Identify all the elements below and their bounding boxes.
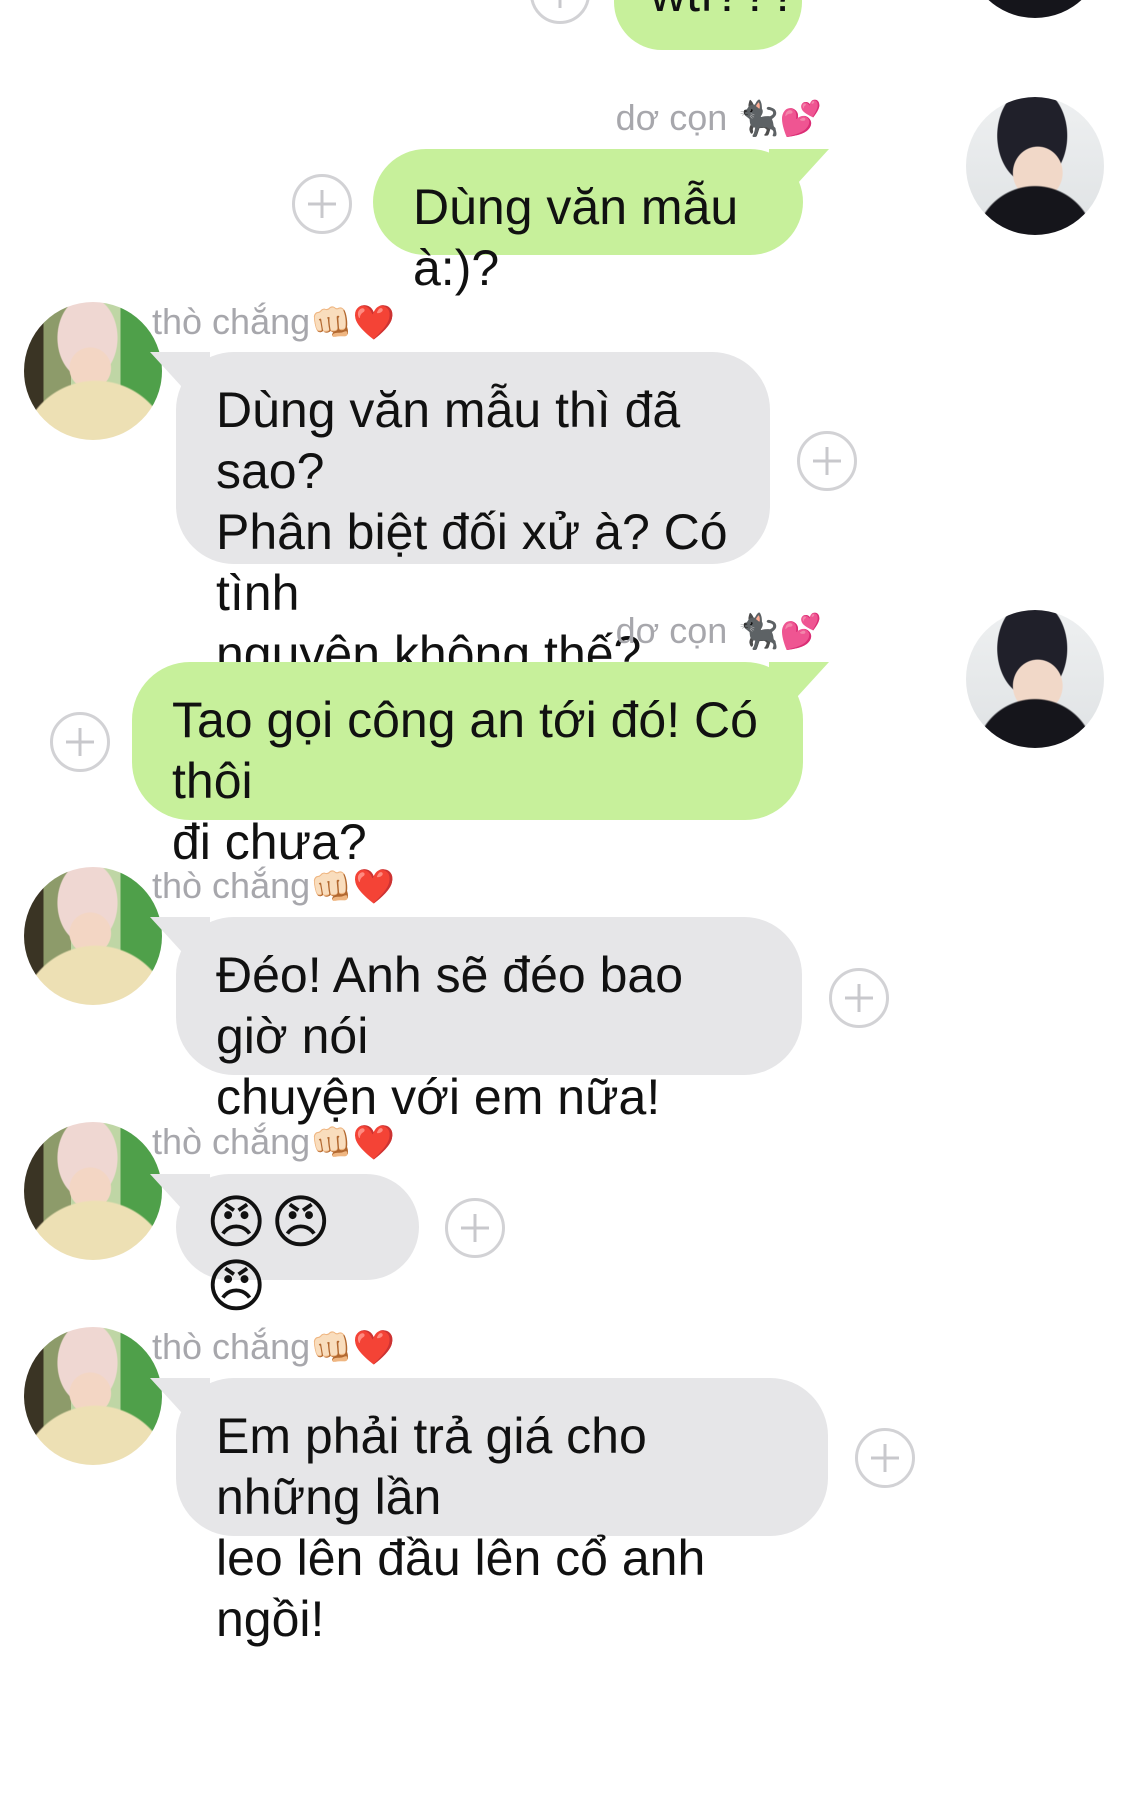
sender-name-emoji: 👊🏻❤️ <box>310 868 395 906</box>
avatar-other[interactable] <box>24 867 162 1005</box>
sender-name-emoji: 🐈‍⬛💕 <box>737 100 822 138</box>
message-bubble-outgoing[interactable]: wtf??? <box>614 0 802 50</box>
message-text-line: Đéo! Anh sẽ đéo bao giờ nói <box>216 947 684 1064</box>
message-bubble-incoming[interactable]: Dùng văn mẫu thì đã sao? Phân biệt đối x… <box>176 352 770 682</box>
sender-name-other: thò chắng👊🏻❤️ <box>152 1121 395 1162</box>
sender-name: dơ cọn <box>615 97 728 138</box>
message-bubble-incoming[interactable]: 😠😠😠 <box>176 1174 419 1317</box>
message-text-line: Em phải trả giá cho những lần <box>216 1408 647 1525</box>
message-text-line: Dùng văn mẫu thì đã sao? <box>216 382 681 499</box>
message-text-line: leo lên đầu lên cổ anh ngồi! <box>216 1530 706 1647</box>
message-bubble-incoming[interactable]: Đéo! Anh sẽ đéo bao giờ nói chuyện với e… <box>176 917 802 1125</box>
message-text-line: chuyện với em nữa! <box>216 1069 661 1125</box>
add-reaction-plus-icon[interactable] <box>797 431 857 491</box>
sender-name: thò chắng <box>152 865 311 906</box>
add-reaction-plus-icon[interactable] <box>50 712 110 772</box>
message-text-line: Phân biệt đối xử à? Có tình <box>216 504 728 621</box>
avatar-me[interactable] <box>966 97 1104 235</box>
sender-name-emoji: 👊🏻❤️ <box>310 1329 395 1367</box>
message-bubble-outgoing[interactable]: Tao gọi công an tới đó! Có thôi đi chưa? <box>132 662 803 870</box>
message-text-line: Tao gọi công an tới đó! Có thôi <box>172 692 758 809</box>
sender-name-other: thò chắng👊🏻❤️ <box>152 301 395 342</box>
sender-name: thò chắng <box>152 1121 311 1162</box>
chat-thread[interactable]: wtf??? dơ cọn 🐈‍⬛💕 Dùng văn mẫu à:)? thò… <box>0 0 1125 1803</box>
avatar-other[interactable] <box>24 1327 162 1465</box>
sender-name: thò chắng <box>152 1326 311 1367</box>
sender-name-other: thò chắng👊🏻❤️ <box>152 1326 395 1367</box>
sender-name-other: thò chắng👊🏻❤️ <box>152 865 395 906</box>
add-reaction-plus-icon[interactable] <box>530 0 590 24</box>
angry-face-emoji: 😠😠😠 <box>206 1190 335 1319</box>
add-reaction-plus-icon[interactable] <box>855 1428 915 1488</box>
avatar-me[interactable] <box>966 0 1104 18</box>
message-text-line: đi chưa? <box>172 814 367 870</box>
sender-name: thò chắng <box>152 301 311 342</box>
message-bubble-outgoing[interactable]: Dùng văn mẫu à:)? <box>373 149 803 296</box>
sender-name-me: dơ cọn 🐈‍⬛💕 <box>615 97 822 138</box>
avatar-me[interactable] <box>966 610 1104 748</box>
add-reaction-plus-icon[interactable] <box>829 968 889 1028</box>
message-text: Dùng văn mẫu à:)? <box>413 179 739 296</box>
sender-name-emoji: 👊🏻❤️ <box>310 304 395 342</box>
message-text: wtf??? <box>650 0 797 22</box>
sender-name-emoji: 👊🏻❤️ <box>310 1124 395 1162</box>
add-reaction-plus-icon[interactable] <box>292 174 352 234</box>
message-bubble-incoming[interactable]: Em phải trả giá cho những lần leo lên đầ… <box>176 1378 828 1647</box>
add-reaction-plus-icon[interactable] <box>445 1198 505 1258</box>
sender-name-emoji: 🐈‍⬛💕 <box>737 613 822 651</box>
sender-name: dơ cọn <box>615 610 728 651</box>
avatar-other[interactable] <box>24 1122 162 1260</box>
avatar-other[interactable] <box>24 302 162 440</box>
sender-name-me: dơ cọn 🐈‍⬛💕 <box>615 610 822 651</box>
